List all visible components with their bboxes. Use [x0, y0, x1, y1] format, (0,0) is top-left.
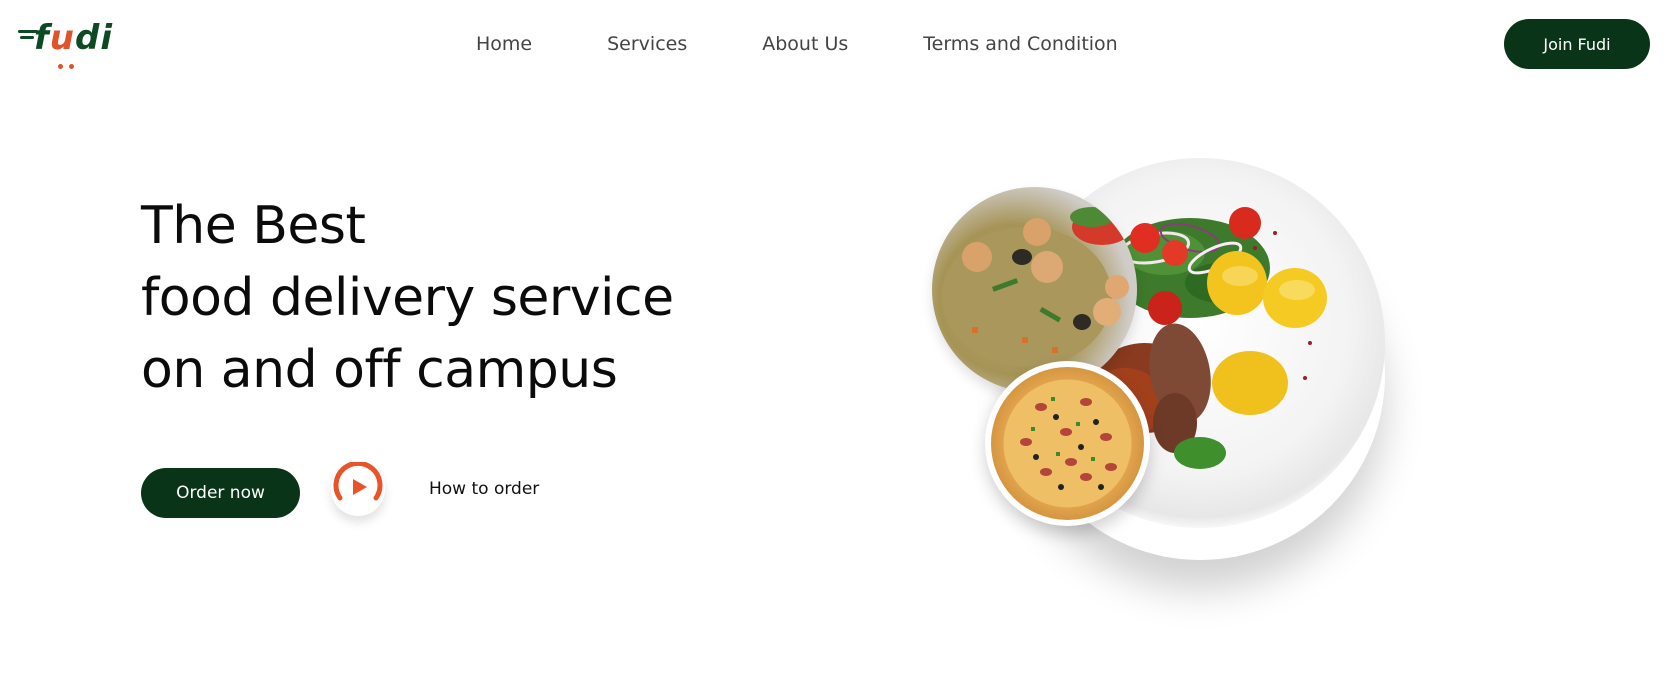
- food-illustration: [920, 150, 1460, 580]
- pizza-image: [985, 361, 1150, 526]
- logo-wheels-icon: [58, 56, 80, 74]
- nav-home[interactable]: Home: [476, 30, 532, 58]
- nav-about-us[interactable]: About Us: [762, 30, 848, 58]
- top-navbar: fudi Home Services About Us Terms and Co…: [0, 0, 1678, 90]
- order-now-button[interactable]: Order now: [141, 468, 300, 518]
- how-to-order-label: How to order: [429, 479, 540, 499]
- logo-wordmark: fudi: [34, 18, 114, 58]
- hero-headline-line-2: food delivery service: [141, 268, 674, 328]
- nav-terms-and-condition[interactable]: Terms and Condition: [923, 30, 1117, 58]
- hero-headline: The Best food delivery service on and of…: [141, 190, 741, 406]
- join-fudi-button[interactable]: Join Fudi: [1504, 19, 1650, 69]
- hero-headline-line-1: The Best: [141, 196, 366, 256]
- fudi-logo[interactable]: fudi: [18, 18, 112, 69]
- rice-bowl-image: [932, 187, 1137, 392]
- nav-services[interactable]: Services: [607, 30, 687, 58]
- main-menu: Home Services About Us Terms and Conditi…: [476, 30, 1118, 58]
- hero-headline-line-3: on and off campus: [141, 340, 618, 400]
- play-icon[interactable]: [331, 462, 385, 516]
- how-to-order-link[interactable]: How to order: [331, 462, 539, 516]
